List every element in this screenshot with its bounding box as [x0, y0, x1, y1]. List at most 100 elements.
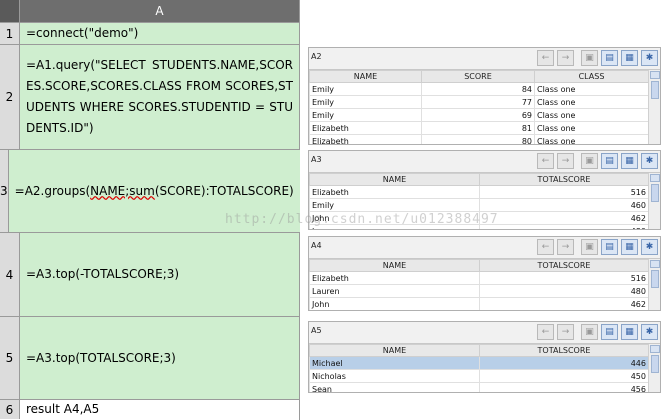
table-cell[interactable]: Elizabeth — [309, 271, 480, 285]
view-icon[interactable]: ▣ — [581, 50, 598, 66]
next-icon[interactable]: → — [557, 50, 574, 66]
table-cell[interactable]: 77 — [421, 95, 535, 109]
table-cell[interactable]: Emily — [309, 198, 480, 212]
next-icon[interactable]: → — [557, 153, 574, 169]
column-header[interactable]: CLASS — [534, 70, 649, 83]
grid-icon[interactable]: ▦ — [621, 239, 638, 255]
prev-icon[interactable]: ← — [537, 324, 554, 340]
table-cell[interactable]: 446 — [479, 356, 649, 370]
table-cell[interactable]: 480 — [479, 284, 649, 298]
table-cell[interactable]: Emily — [309, 82, 422, 96]
row-number[interactable]: 3 — [0, 150, 9, 232]
table-cell[interactable]: 81 — [421, 121, 535, 135]
cell-a6[interactable]: result A4,A5 — [20, 400, 299, 419]
column-header[interactable]: NAME — [309, 259, 480, 272]
prev-icon[interactable]: ← — [537, 239, 554, 255]
table-row[interactable]: Elizabeth 516 — [309, 271, 649, 285]
prev-icon[interactable]: ← — [537, 50, 554, 66]
table-cell[interactable]: Elizabeth — [309, 185, 480, 199]
table-cell[interactable]: 462 — [479, 211, 649, 225]
column-header[interactable]: TOTALSCORE — [479, 173, 649, 186]
vertical-scrollbar[interactable] — [648, 173, 660, 229]
table-cell[interactable]: 516 — [479, 271, 649, 285]
cell-a3[interactable]: =A2.groups(NAME;sum (SCORE):TOTALSCORE) — [8, 150, 300, 232]
table-row[interactable]: Sean 456 — [309, 382, 649, 392]
copy-icon[interactable]: ▤ — [601, 153, 618, 169]
next-icon[interactable]: → — [557, 239, 574, 255]
copy-icon[interactable]: ▤ — [601, 324, 618, 340]
row-number[interactable]: 1 — [0, 23, 20, 44]
table-cell[interactable]: 462 — [479, 297, 649, 310]
table-row[interactable]: Emily 460 — [309, 198, 649, 212]
scroll-thumb[interactable] — [650, 81, 659, 99]
table-cell[interactable]: Class one — [534, 121, 649, 135]
pin-icon[interactable]: ✱ — [641, 50, 658, 66]
scroll-up-icon[interactable] — [649, 174, 660, 182]
table-cell[interactable]: Lauren — [309, 224, 480, 229]
grid-icon[interactable]: ▦ — [621, 50, 638, 66]
pin-icon[interactable]: ✱ — [641, 324, 658, 340]
table-row[interactable]: Michael 446 — [309, 356, 649, 370]
scroll-up-icon[interactable] — [649, 260, 660, 268]
copy-icon[interactable]: ▤ — [601, 50, 618, 66]
column-header[interactable]: NAME — [309, 173, 480, 186]
table-cell[interactable]: Elizabeth — [309, 121, 422, 135]
table-cell[interactable]: 80 — [421, 134, 535, 144]
table-cell[interactable]: Emily — [309, 95, 422, 109]
table-cell[interactable]: 516 — [479, 185, 649, 199]
table-cell[interactable]: Nicholas — [309, 369, 480, 383]
column-header[interactable]: TOTALSCORE — [479, 259, 649, 272]
cell-a2[interactable]: =A1.query("SELECT STUDENTS.NAME,SCORES.S… — [20, 45, 299, 149]
row-number[interactable]: 6 — [0, 400, 20, 419]
scroll-up-icon[interactable] — [649, 71, 660, 79]
table-row[interactable]: Emily 77 Class one — [309, 95, 649, 109]
table-cell[interactable]: 450 — [479, 369, 649, 383]
table-cell[interactable]: 84 — [421, 82, 535, 96]
table-row[interactable]: Elizabeth 516 — [309, 185, 649, 199]
table-row[interactable]: Emily 84 Class one — [309, 82, 649, 96]
table-cell[interactable]: 456 — [479, 382, 649, 392]
table-cell[interactable]: Class one — [534, 134, 649, 144]
view-icon[interactable]: ▣ — [581, 239, 598, 255]
table-cell[interactable]: John — [309, 297, 480, 310]
table-row[interactable]: John 462 — [309, 297, 649, 310]
scroll-up-icon[interactable] — [649, 345, 660, 353]
vertical-scrollbar[interactable] — [648, 259, 660, 310]
column-header[interactable]: TOTALSCORE — [479, 344, 649, 357]
view-icon[interactable]: ▣ — [581, 324, 598, 340]
table-cell[interactable]: Class one — [534, 95, 649, 109]
row-number[interactable]: 4 — [0, 233, 20, 316]
cell-a1[interactable]: =connect("demo") — [20, 23, 299, 44]
table-cell[interactable]: Lauren — [309, 284, 480, 298]
select-all-corner[interactable] — [0, 0, 20, 22]
table-row[interactable]: Emily 69 Class one — [309, 108, 649, 122]
table-cell[interactable]: 480 — [479, 224, 649, 229]
column-header[interactable]: SCORE — [421, 70, 535, 83]
vertical-scrollbar[interactable] — [648, 344, 660, 392]
table-cell[interactable]: Sean — [309, 382, 480, 392]
copy-icon[interactable]: ▤ — [601, 239, 618, 255]
column-header[interactable]: NAME — [309, 344, 480, 357]
table-row[interactable]: Nicholas 450 — [309, 369, 649, 383]
column-header-a[interactable]: A — [20, 0, 299, 22]
table-cell[interactable]: Class one — [534, 108, 649, 122]
table-cell[interactable]: 460 — [479, 198, 649, 212]
table-row[interactable]: John 462 — [309, 211, 649, 225]
pin-icon[interactable]: ✱ — [641, 239, 658, 255]
grid-icon[interactable]: ▦ — [621, 324, 638, 340]
scroll-thumb[interactable] — [650, 355, 659, 373]
table-cell[interactable]: Elizabeth — [309, 134, 422, 144]
table-cell[interactable]: John — [309, 211, 480, 225]
view-icon[interactable]: ▣ — [581, 153, 598, 169]
row-number[interactable]: 5 — [0, 317, 20, 399]
table-cell[interactable]: Emily — [309, 108, 422, 122]
next-icon[interactable]: → — [557, 324, 574, 340]
column-header[interactable]: NAME — [309, 70, 422, 83]
table-row[interactable]: Lauren480 — [309, 284, 649, 298]
table-row[interactable]: Elizabeth 81 Class one — [309, 121, 649, 135]
pin-icon[interactable]: ✱ — [641, 153, 658, 169]
cell-a4[interactable]: =A3.top(-TOTALSCORE;3) — [20, 233, 299, 316]
row-number[interactable]: 2 — [0, 45, 20, 149]
scroll-thumb[interactable] — [650, 184, 659, 202]
vertical-scrollbar[interactable] — [648, 70, 660, 144]
